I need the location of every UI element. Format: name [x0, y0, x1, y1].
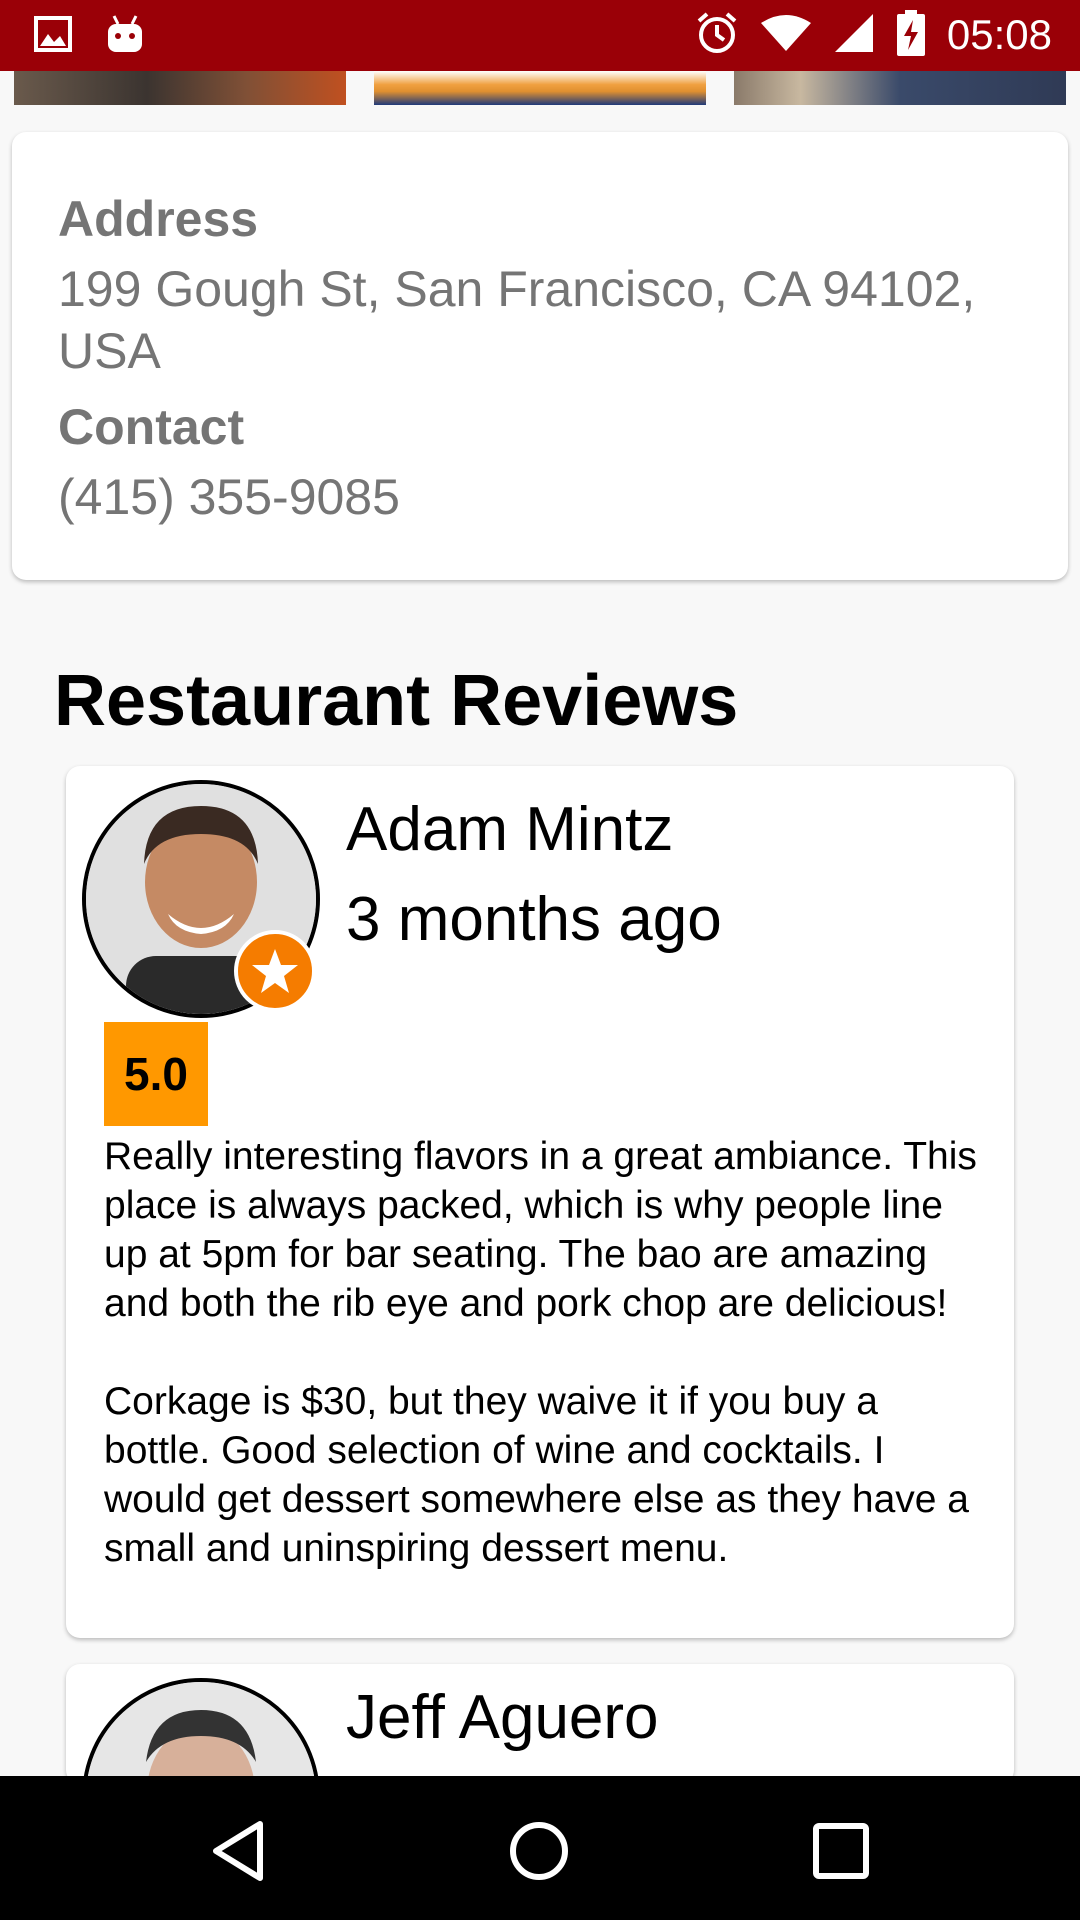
status-bar: 05:08 [0, 0, 1080, 71]
restaurant-photo[interactable] [734, 71, 1066, 105]
review-card: Jeff Aguero [66, 1664, 1014, 1784]
review-paragraph: Really interesting flavors in a great am… [104, 1135, 977, 1325]
wifi-icon [760, 13, 811, 57]
contact-phone[interactable]: (415) 355-9085 [58, 466, 1038, 528]
signal-icon [833, 12, 875, 58]
restaurant-photo[interactable] [374, 71, 706, 105]
back-icon[interactable] [206, 1818, 272, 1884]
reviews-section-title: Restaurant Reviews [54, 661, 739, 741]
rating-badge: 5.0 [104, 1022, 208, 1126]
home-icon[interactable] [506, 1818, 572, 1884]
contact-label: Contact [58, 399, 245, 455]
clock: 05:08 [946, 11, 1052, 58]
elite-star-icon [234, 930, 316, 1012]
gallery-icon [34, 16, 72, 56]
review-time: 3 months ago [346, 885, 722, 954]
navigation-bar [0, 1776, 1080, 1920]
reviewer-name[interactable]: Jeff Aguero [346, 1682, 659, 1753]
reviewer-avatar[interactable] [82, 1678, 320, 1784]
address-label: Address [58, 191, 259, 247]
review-card: Adam Mintz 3 months ago 5.0 Really inter… [66, 766, 1014, 1638]
review-text: Really interesting flavors in a great am… [104, 1132, 984, 1622]
reviewer-name[interactable]: Adam Mintz [346, 794, 673, 865]
alarm-icon [695, 11, 739, 59]
battery-charging-icon [896, 10, 925, 60]
android-icon [106, 14, 144, 58]
restaurant-photo[interactable] [14, 71, 346, 105]
recents-icon[interactable] [808, 1818, 874, 1884]
address-value[interactable]: 199 Gough St, San Francisco, CA 94102, U… [58, 258, 1038, 382]
photo-strip[interactable] [0, 71, 1080, 105]
review-paragraph: Corkage is $30, but they waive it if you… [104, 1380, 969, 1570]
restaurant-info-card: Address 199 Gough St, San Francisco, CA … [12, 132, 1068, 580]
